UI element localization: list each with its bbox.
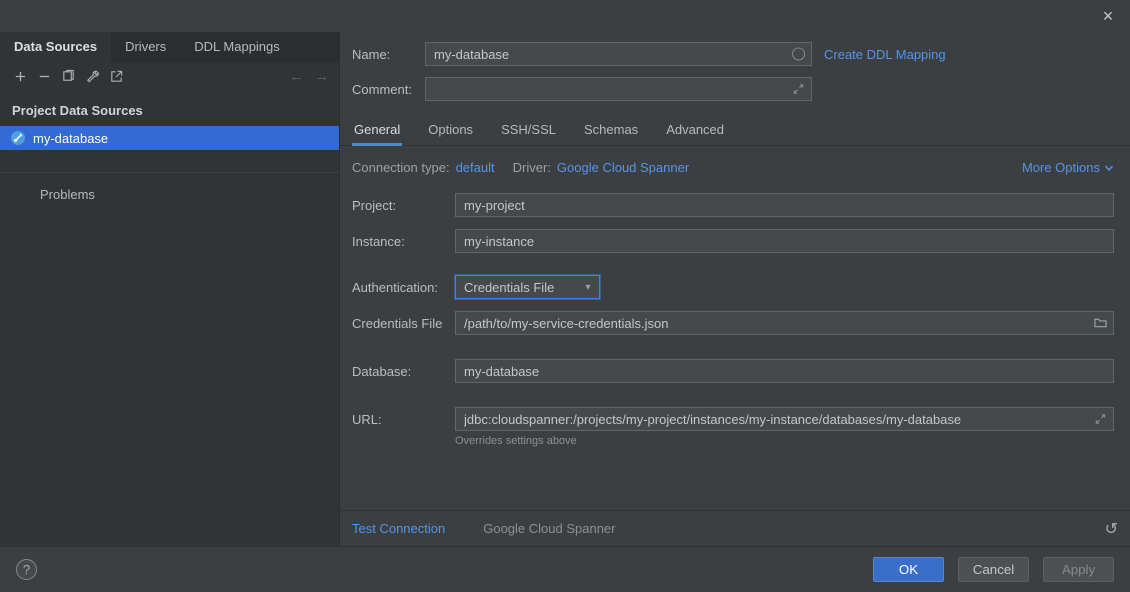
main-panel: Name: Create DDL Mapping Comment:: [340, 32, 1130, 546]
cancel-button[interactable]: Cancel: [958, 557, 1029, 582]
tab-ssh-ssl[interactable]: SSH/SSL: [499, 116, 558, 145]
datasource-label: my-database: [33, 131, 108, 146]
project-field-wrap: [455, 193, 1114, 217]
folder-icon[interactable]: [1094, 317, 1107, 330]
instance-input[interactable]: [456, 230, 1113, 252]
name-field-wrap: [425, 42, 812, 66]
spanner-datasource-icon: [10, 130, 26, 146]
project-data-sources-title: Project Data Sources: [0, 90, 339, 126]
more-options-label: More Options: [1022, 160, 1100, 175]
comment-field-wrap: [425, 77, 812, 101]
driver-value-link[interactable]: Google Cloud Spanner: [557, 160, 689, 175]
close-icon[interactable]: ×: [1096, 4, 1120, 28]
copy-icon[interactable]: [56, 65, 80, 87]
name-label: Name:: [352, 47, 425, 62]
credentials-file-input[interactable]: [456, 312, 1113, 334]
tab-general[interactable]: General: [352, 116, 402, 145]
footer-driver-name: Google Cloud Spanner: [483, 521, 615, 536]
project-input[interactable]: [456, 194, 1113, 216]
chevron-down-icon: [1104, 163, 1114, 173]
more-options-link[interactable]: More Options: [1022, 160, 1114, 175]
connection-info-row: Connection type: default Driver: Google …: [340, 146, 1130, 175]
title-bar: ×: [0, 0, 1130, 32]
sidebar: Data Sources Drivers DDL Mappings: [0, 32, 340, 546]
back-icon[interactable]: ←: [289, 68, 304, 85]
tab-advanced[interactable]: Advanced: [664, 116, 726, 145]
edit-icon[interactable]: [80, 65, 104, 87]
authentication-value: Credentials File: [464, 280, 554, 295]
database-field-wrap: [455, 359, 1114, 383]
expand-icon[interactable]: [1094, 413, 1107, 426]
remove-icon[interactable]: [32, 65, 56, 87]
authentication-select[interactable]: Credentials File ▾: [455, 275, 600, 299]
database-input[interactable]: [456, 360, 1113, 382]
loading-circle-icon: [792, 48, 805, 61]
credentials-field-wrap: [455, 311, 1114, 335]
settings-tabs: General Options SSH/SSL Schemas Advanced: [340, 116, 1130, 146]
ok-button[interactable]: OK: [873, 557, 944, 582]
tab-drivers[interactable]: Drivers: [111, 32, 180, 62]
data-sources-dialog: × Data Sources Drivers DDL Mappings: [0, 0, 1130, 592]
credentials-file-label: Credentials File: [352, 316, 455, 331]
url-override-hint: Overrides settings above: [455, 435, 1114, 447]
test-connection-row: Test Connection Google Cloud Spanner ↺: [340, 510, 1130, 546]
authentication-label: Authentication:: [352, 280, 455, 295]
name-input[interactable]: [426, 43, 811, 65]
instance-field-wrap: [455, 229, 1114, 253]
database-label: Database:: [352, 364, 455, 379]
sidebar-tabs: Data Sources Drivers DDL Mappings: [0, 32, 339, 62]
instance-label: Instance:: [352, 234, 455, 249]
tab-schemas[interactable]: Schemas: [582, 116, 640, 145]
comment-label: Comment:: [352, 82, 425, 97]
problems-item[interactable]: Problems: [0, 173, 339, 202]
apply-button[interactable]: Apply: [1043, 557, 1114, 582]
driver-label: Driver:: [513, 160, 551, 175]
revert-icon[interactable]: ↺: [1105, 519, 1118, 539]
tab-data-sources[interactable]: Data Sources: [0, 32, 111, 62]
tab-options[interactable]: Options: [426, 116, 475, 145]
dialog-footer: ? OK Cancel Apply: [0, 546, 1130, 592]
url-input[interactable]: [456, 408, 1113, 430]
dropdown-arrow-icon: ▾: [577, 282, 599, 293]
comment-input[interactable]: [426, 78, 811, 100]
sidebar-item-my-database[interactable]: my-database: [0, 126, 339, 150]
create-ddl-mapping-link[interactable]: Create DDL Mapping: [824, 47, 946, 62]
tab-ddl-mappings[interactable]: DDL Mappings: [180, 32, 294, 62]
forward-icon[interactable]: →: [314, 68, 329, 85]
connection-type-value[interactable]: default: [456, 160, 495, 175]
test-connection-link[interactable]: Test Connection: [352, 521, 445, 536]
expand-icon[interactable]: [792, 83, 805, 96]
project-label: Project:: [352, 198, 455, 213]
open-in-new-icon[interactable]: [104, 65, 128, 87]
sidebar-toolbar: ← →: [0, 62, 339, 90]
connection-type-label: Connection type:: [352, 160, 450, 175]
connection-form: Project: Instance: Authentication: Crede…: [340, 175, 1130, 447]
url-field-wrap: [455, 407, 1114, 431]
help-icon[interactable]: ?: [16, 559, 37, 580]
add-icon[interactable]: [8, 65, 32, 87]
url-label: URL:: [352, 412, 455, 427]
